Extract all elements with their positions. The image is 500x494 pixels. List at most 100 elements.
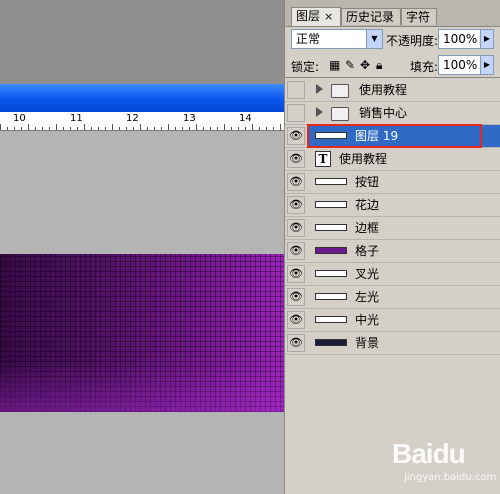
ruler-tick	[105, 127, 106, 130]
ruler-tick	[35, 127, 36, 130]
tab-character[interactable]: 字符	[401, 8, 437, 25]
layers-panel: 图层 × 历史记录 字符 正常 ▼ 不透明度: 100% ▶ 锁定: ▦ ✎ ✥ …	[284, 0, 500, 494]
eye-icon[interactable]: 👁︎	[287, 219, 305, 237]
layer-thumbnail	[315, 293, 347, 300]
ruler-tick	[133, 127, 134, 130]
visibility-toggle-icon[interactable]	[287, 81, 305, 99]
ruler-tick	[189, 127, 190, 130]
baidu-watermark: Baidu jingyan.baidu.com	[392, 430, 500, 490]
ruler-tick	[175, 127, 176, 130]
layer-thumbnail	[315, 201, 347, 208]
eye-icon[interactable]: 👁︎	[287, 265, 305, 283]
fill-input[interactable]: 100% ▶	[438, 55, 494, 75]
ruler-tick	[84, 124, 85, 130]
close-icon[interactable]: ×	[324, 10, 333, 23]
ruler-tick	[21, 127, 22, 130]
layer-name: 背景	[355, 336, 380, 350]
layer-row-group-sales[interactable]: 销售中心	[285, 102, 500, 125]
visibility-toggle-icon[interactable]	[287, 104, 305, 122]
layer-thumbnail	[315, 270, 347, 277]
layer-thumbnail	[315, 247, 347, 254]
layer-name: 左光	[355, 290, 380, 304]
layer-row-lace[interactable]: 👁︎ 花边	[285, 194, 500, 217]
ruler-tick	[224, 124, 225, 130]
layer-row-center-light[interactable]: 👁︎ 中光	[285, 309, 500, 332]
layer-name: 花边	[355, 198, 380, 212]
ruler-tick	[266, 127, 267, 130]
eye-icon[interactable]: 👁︎	[287, 173, 305, 191]
ruler-tick	[196, 124, 197, 130]
ruler-tick	[42, 127, 43, 130]
panel-tabs: 图层 × 历史记录 字符	[285, 0, 500, 27]
layer-name: 图层 19	[355, 129, 399, 143]
purple-grid-pattern	[0, 254, 284, 412]
ruler-tick	[217, 127, 218, 130]
layer-thumbnail	[315, 339, 347, 346]
eye-icon[interactable]: 👁︎	[287, 288, 305, 306]
layers-list: 使用教程 销售中心 👁︎ 图层 19 👁︎ T 使用教程 👁︎ 按钮 👁︎ 花边…	[285, 79, 500, 355]
ruler-label-12: 12	[126, 113, 139, 124]
layer-name: 中光	[355, 313, 380, 327]
lock-transparency-icon[interactable]: ▦	[329, 58, 340, 72]
eye-icon[interactable]: 👁︎	[287, 127, 305, 145]
opacity-label: 不透明度:	[386, 34, 439, 48]
eye-icon[interactable]: 👁︎	[287, 196, 305, 214]
fill-arrow-icon[interactable]: ▶	[480, 56, 493, 74]
document-titlebar[interactable]	[0, 84, 284, 112]
ruler-label-13: 13	[183, 113, 196, 124]
layer-row-button[interactable]: 👁︎ 按钮	[285, 171, 500, 194]
ruler-tick	[126, 127, 127, 130]
watermark-url: jingyan.baidu.com	[404, 472, 497, 483]
folder-icon	[331, 84, 349, 98]
eye-icon[interactable]: 👁︎	[287, 150, 305, 168]
layer-row-grid[interactable]: 👁︎ 格子	[285, 240, 500, 263]
ruler-tick	[70, 127, 71, 130]
text-layer-icon: T	[315, 151, 331, 167]
ruler-tick	[49, 127, 50, 130]
ruler-tick	[280, 124, 281, 130]
eye-icon[interactable]: 👁︎	[287, 242, 305, 260]
chevron-down-icon[interactable]: ▼	[366, 30, 382, 48]
ruler-tick	[140, 124, 141, 130]
ruler-label-14: 14	[239, 113, 252, 124]
tab-layers-label: 图层	[296, 9, 321, 23]
layer-row-group-tutorial[interactable]: 使用教程	[285, 79, 500, 102]
lock-pixels-icon[interactable]: ✎	[345, 58, 355, 72]
lock-position-icon[interactable]: ✥	[360, 58, 370, 72]
ruler-tick	[77, 127, 78, 130]
blend-mode-select[interactable]: 正常 ▼	[291, 29, 383, 49]
expand-triangle-icon[interactable]	[316, 84, 323, 94]
ruler-tick	[147, 127, 148, 130]
eye-icon[interactable]: 👁︎	[287, 334, 305, 352]
layer-name: 使用教程	[339, 152, 388, 166]
layer-name: 销售中心	[359, 106, 408, 120]
layer-row-left-light[interactable]: 👁︎ 左光	[285, 286, 500, 309]
lock-label: 锁定:	[291, 60, 320, 74]
layer-row-border[interactable]: 👁︎ 边框	[285, 217, 500, 240]
ruler-tick	[203, 127, 204, 130]
opacity-input[interactable]: 100% ▶	[438, 29, 494, 49]
fill-label: 填充:	[410, 60, 439, 74]
ruler-tick	[154, 127, 155, 130]
layer-row-layer19[interactable]: 👁︎ 图层 19	[285, 125, 500, 148]
lock-all-icon[interactable]: 🔒︎	[376, 58, 382, 72]
tab-layers[interactable]: 图层 ×	[291, 7, 341, 26]
tab-history[interactable]: 历史记录	[341, 8, 401, 25]
expand-triangle-icon[interactable]	[316, 107, 323, 117]
layer-row-background[interactable]: 👁︎ 背景	[285, 332, 500, 355]
layer-name: 按钮	[355, 175, 380, 189]
tab-character-label: 字符	[406, 10, 431, 24]
document-area	[0, 131, 284, 254]
layer-row-cross-light[interactable]: 👁︎ 叉光	[285, 263, 500, 286]
watermark-logo: Baidu	[392, 438, 466, 469]
ruler-tick	[7, 127, 8, 130]
layer-name: 边框	[355, 221, 380, 235]
layer-thumbnail	[315, 224, 347, 231]
canvas-background	[0, 0, 284, 84]
ruler-tick	[252, 124, 253, 130]
opacity-arrow-icon[interactable]: ▶	[480, 30, 493, 48]
eye-icon[interactable]: 👁︎	[287, 311, 305, 329]
layer-row-text-tutorial[interactable]: 👁︎ T 使用教程	[285, 148, 500, 171]
ruler-tick	[161, 127, 162, 130]
layer-name: 使用教程	[359, 83, 408, 97]
